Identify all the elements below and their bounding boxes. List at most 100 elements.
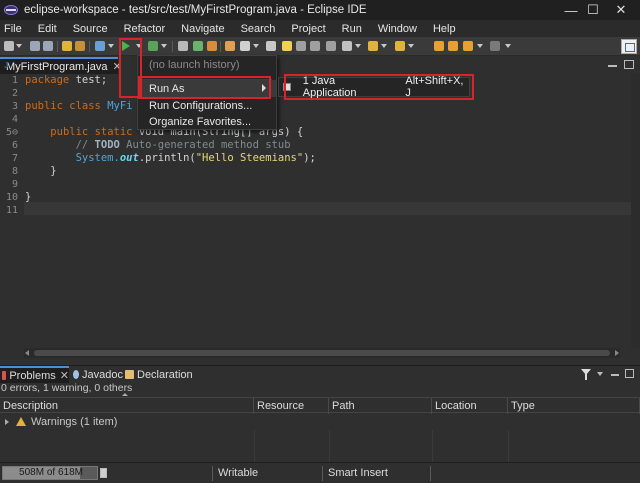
string-literal: "Hello Steemians" [195, 152, 304, 164]
back-dropdown-icon[interactable] [477, 44, 483, 48]
next-annotation-icon[interactable] [368, 41, 378, 51]
debug-dropdown-icon[interactable] [108, 44, 114, 48]
block-selection-icon[interactable] [310, 41, 320, 51]
save-icon[interactable] [30, 41, 40, 51]
class-name: MyFi [107, 100, 133, 112]
menu-refactor[interactable]: Refactor [120, 23, 166, 35]
keyword: static [94, 126, 133, 138]
coverage-dropdown-icon[interactable] [161, 44, 167, 48]
line-number: 2 [11, 88, 18, 99]
grid-line [254, 430, 255, 462]
scrollbar-thumb[interactable] [34, 350, 610, 356]
column-header-path[interactable]: Path [329, 398, 432, 414]
forward-icon[interactable] [448, 41, 458, 51]
expand-arrow-icon[interactable] [5, 418, 9, 425]
column-header-location[interactable]: Location [432, 398, 508, 414]
menu-item-run-configurations[interactable]: Run Configurations... [138, 97, 276, 114]
new-icon[interactable] [4, 41, 14, 51]
scroll-right-icon[interactable] [615, 350, 619, 356]
javadoc-icon [73, 370, 80, 379]
coverage-icon[interactable] [148, 41, 158, 51]
menu-project[interactable]: Project [287, 23, 325, 35]
scroll-left-icon[interactable] [25, 350, 29, 356]
menu-navigate[interactable]: Navigate [177, 23, 224, 35]
next-edit-icon[interactable] [490, 41, 500, 51]
tab-declaration[interactable]: Declaration [125, 366, 195, 383]
breadcrumb-dropdown-icon[interactable] [355, 44, 361, 48]
minimize-panel-icon[interactable] [611, 374, 619, 376]
window-title: eclipse-workspace - test/src/test/MyFirs… [24, 4, 367, 16]
external-tools-icon[interactable] [178, 41, 188, 51]
save-all-icon[interactable] [43, 41, 53, 51]
menu-file[interactable]: File [0, 23, 22, 35]
code-line-8: } [25, 165, 57, 177]
show-whitespace-icon[interactable] [326, 41, 336, 51]
undo-icon[interactable] [62, 41, 72, 51]
menu-source[interactable]: Source [69, 23, 108, 35]
view-menu-icon[interactable] [597, 372, 603, 376]
menu-window[interactable]: Window [374, 23, 417, 35]
prev-annotation-dropdown-icon[interactable] [408, 44, 414, 48]
maximize-editor-icon[interactable] [624, 60, 634, 69]
last-edit-icon[interactable] [463, 41, 473, 51]
menu-item-organize-favorites[interactable]: Organize Favorites... [138, 113, 276, 130]
next-annotation-dropdown-icon[interactable] [381, 44, 387, 48]
keyword: public [25, 100, 63, 112]
debug-icon[interactable] [95, 41, 105, 51]
line-number: 4 [11, 114, 18, 125]
new-java-project-icon[interactable] [193, 41, 203, 51]
search-dropdown-icon[interactable] [253, 44, 259, 48]
column-header-type[interactable]: Type [508, 398, 640, 414]
problems-icon [2, 371, 7, 380]
toolbar-separator [172, 41, 173, 52]
overview-ruler[interactable] [631, 74, 640, 348]
menu-search[interactable]: Search [237, 23, 276, 35]
problems-summary: 0 errors, 1 warning, 0 others [1, 382, 133, 394]
code-text: .println( [138, 152, 196, 164]
maximize-panel-icon[interactable] [625, 369, 634, 378]
line-number: 6 [11, 140, 18, 151]
grid-line [508, 430, 509, 462]
heap-usage-label: 508M of 618M [19, 467, 83, 478]
filter-icon[interactable] [581, 369, 591, 380]
code-line-3: public class MyFi [25, 100, 133, 112]
build-icon[interactable] [75, 41, 85, 51]
tab-problems[interactable]: Problems ✕ [0, 366, 69, 383]
minimize-editor-icon[interactable] [608, 65, 617, 67]
table-row[interactable]: Warnings (1 item) [0, 414, 640, 429]
close-tab-icon[interactable]: ✕ [60, 369, 69, 382]
column-header-description[interactable]: Description [0, 398, 254, 414]
search-icon[interactable] [240, 41, 250, 51]
prev-annotation-icon[interactable] [395, 41, 405, 51]
new-package-icon[interactable] [207, 41, 217, 51]
open-type-icon[interactable] [225, 41, 235, 51]
forward-dropdown-icon[interactable] [505, 44, 511, 48]
annotation-icon[interactable] [266, 41, 276, 51]
writable-status: Writable [218, 467, 259, 479]
close-window-button[interactable]: ✕ [598, 0, 640, 20]
line-number: 1 [11, 75, 18, 86]
menu-help[interactable]: Help [429, 23, 456, 35]
toggle-breadcrumb-icon[interactable] [342, 41, 352, 51]
menu-edit[interactable]: Edit [34, 23, 57, 35]
annotation-box-java-application [284, 74, 474, 100]
line-number: 8 [11, 166, 18, 177]
tab-javadoc[interactable]: Javadoc [73, 366, 123, 383]
open-perspective-icon[interactable] [621, 39, 637, 54]
annotation-box-run-as [138, 76, 271, 99]
code-text: ); [303, 152, 316, 164]
tab-myfirstprogram[interactable]: MyFirstProgram.java ✕ [0, 57, 122, 74]
line-number: 9 [11, 179, 18, 190]
column-header-resource[interactable]: Resource [254, 398, 329, 414]
garbage-collect-icon[interactable] [100, 468, 107, 478]
menu-run[interactable]: Run [338, 23, 362, 35]
problems-grid [0, 430, 640, 462]
back-icon[interactable] [434, 41, 444, 51]
new-dropdown-icon[interactable] [16, 44, 22, 48]
code-editor[interactable]: 1 2 3 4 5⊖ 6 7 8 9 10 11 package test; p… [0, 74, 640, 360]
word-wrap-icon[interactable] [296, 41, 306, 51]
horizontal-scrollbar[interactable] [24, 348, 620, 358]
highlight-icon[interactable] [282, 41, 292, 51]
